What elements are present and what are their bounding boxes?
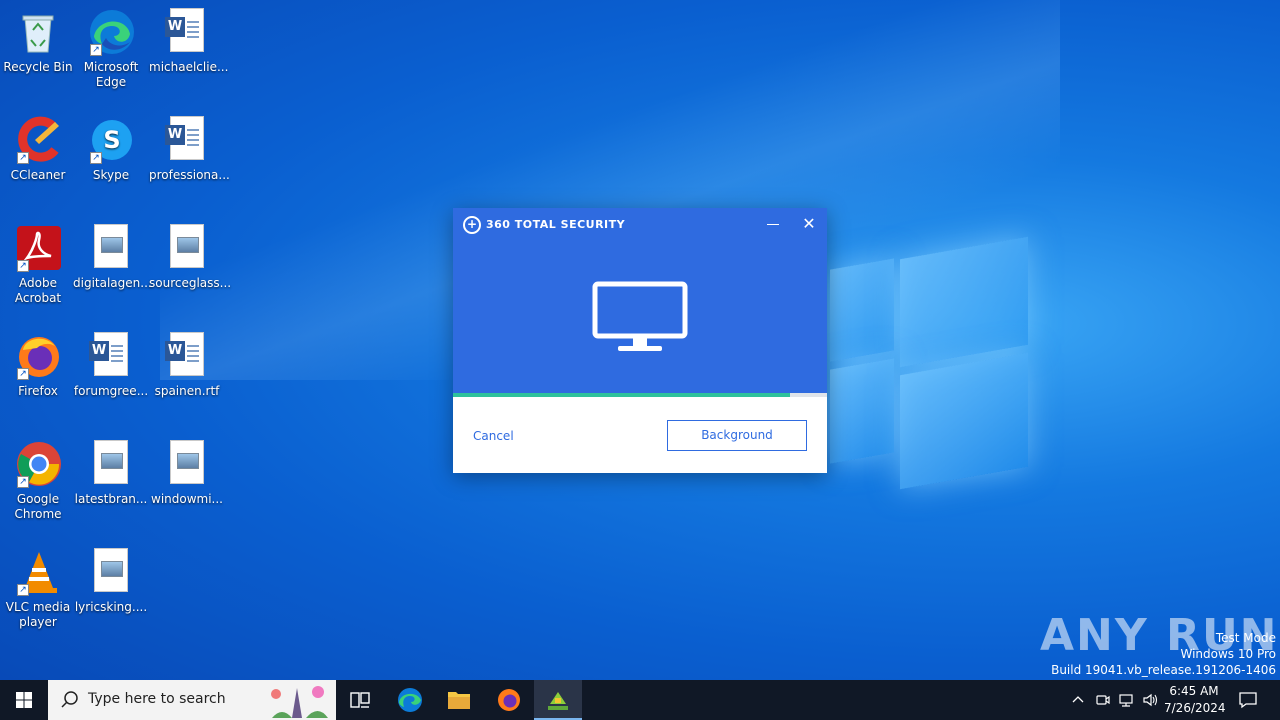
desktop-icon-label: forumgree... <box>73 384 149 398</box>
desktop-icon-sourceglass[interactable]: sourceglass... <box>149 224 231 291</box>
desktop-icon-skype[interactable]: S ↗ Skype <box>73 116 149 183</box>
system-clock[interactable]: 6:45 AM 7/26/2024 <box>1164 683 1226 717</box>
edge-icon: ↗ <box>88 8 134 56</box>
desktop-icon-adobe-acrobat[interactable]: ↗ Adobe Acrobat <box>0 224 76 306</box>
meet-now-icon[interactable] <box>1095 692 1111 708</box>
desktop-icon-label: windowmi... <box>151 492 223 506</box>
desktop-icon-label: sourceglass... <box>149 276 232 290</box>
clock-date: 7/26/2024 <box>1164 701 1226 715</box>
edge-icon <box>398 688 422 712</box>
desktop-icon-michaelclie[interactable]: W michaelclie... <box>149 8 229 75</box>
taskbar-edge[interactable] <box>386 680 434 720</box>
desktop-icon-label: latestbran... <box>74 492 148 506</box>
background-button[interactable]: Background <box>667 420 807 451</box>
clock-time: 6:45 AM <box>1169 684 1219 698</box>
task-view-button[interactable] <box>336 680 384 720</box>
desktop-icon-label: Firefox <box>18 384 58 398</box>
desktop-icon-edge[interactable]: ↗ Microsoft Edge <box>73 8 149 90</box>
desktop-icon-label: spainen.rtf <box>154 384 220 398</box>
taskbar-360-installer[interactable] <box>534 680 582 720</box>
desktop-icon-lyricsking[interactable]: lyricsking.... <box>73 548 149 615</box>
firefox-icon <box>498 689 520 711</box>
word-document-icon: W <box>165 8 204 52</box>
word-document-icon: W <box>165 116 204 160</box>
desktop-icon-firefox[interactable]: ↗ Firefox <box>0 332 76 399</box>
dialog-title: 360 TOTAL SECURITY <box>486 218 626 231</box>
desktop-icon-spainen[interactable]: W spainen.rtf <box>149 332 225 399</box>
search-box[interactable]: Type here to search <box>48 680 336 720</box>
taskbar-file-explorer[interactable] <box>435 680 483 720</box>
desktop-icon-label: Microsoft Edge <box>83 60 139 89</box>
volume-icon[interactable] <box>1142 692 1160 708</box>
desktop-icon-label: digitalagen... <box>73 276 152 290</box>
installer-dialog: + 360 TOTAL SECURITY ✕ Cancel Background <box>453 208 827 473</box>
chevron-up-icon[interactable] <box>1070 692 1086 708</box>
desktop-icon-label: michaelclie... <box>149 60 229 74</box>
dialog-header: + 360 TOTAL SECURITY ✕ <box>453 208 827 393</box>
desktop-icon-label: Recycle Bin <box>3 60 73 74</box>
360-logo-icon: + <box>463 216 481 234</box>
close-button[interactable]: ✕ <box>801 216 817 232</box>
windows-start-icon <box>16 692 32 708</box>
task-view-icon <box>350 692 370 708</box>
recycle-bin-icon <box>15 8 61 56</box>
desktop-icon-forumgree[interactable]: W forumgree... <box>73 332 149 399</box>
search-icon <box>61 691 78 708</box>
monitor-icon <box>592 281 688 351</box>
search-highlight-image <box>262 682 332 718</box>
minimize-button[interactable] <box>765 216 781 232</box>
test-mode-text: Test Mode <box>1215 631 1276 645</box>
desktop-icon-label: lyricsking.... <box>74 600 148 614</box>
chrome-icon: ↗ <box>15 440 61 488</box>
taskbar: Type here to search 6:45 AM 7/26/2024 <box>0 680 1280 720</box>
notifications-icon[interactable] <box>1238 690 1258 710</box>
build-text: Build 19041.vb_release.191206-1406 <box>1051 663 1276 677</box>
adobe-acrobat-icon: ↗ <box>15 224 61 272</box>
taskbar-firefox[interactable] <box>485 680 533 720</box>
desktop-icon-label: CCleaner <box>10 168 66 182</box>
firefox-icon: ↗ <box>15 332 61 380</box>
desktop-icon-digitalagen[interactable]: digitalagen... <box>73 224 152 291</box>
desktop-icon-ccleaner[interactable]: ↗ CCleaner <box>0 116 76 183</box>
edition-text: Windows 10 Pro <box>1180 647 1276 661</box>
desktop-icon-label: Adobe Acrobat <box>14 276 62 305</box>
desktop-icon-recycle-bin[interactable]: Recycle Bin <box>0 8 76 75</box>
windows-logo-wallpaper <box>820 236 1030 490</box>
skype-icon: S ↗ <box>88 116 134 164</box>
desktop-icon-vlc[interactable]: ↗ VLC media player <box>0 548 76 630</box>
progress-bar <box>453 393 827 397</box>
desktop-icon-latestbran[interactable]: latestbran... <box>73 440 149 507</box>
os-watermark: Test Mode Windows 10 Pro Build 19041.vb_… <box>1051 630 1276 678</box>
word-document-icon: W <box>89 332 128 376</box>
progress-fill <box>453 393 790 397</box>
start-button[interactable] <box>0 680 48 720</box>
desktop-icon-label: professiona... <box>149 168 230 182</box>
desktop-icon-label: VLC media player <box>5 600 71 629</box>
svg-text:S: S <box>103 126 120 154</box>
image-file-icon <box>170 440 204 484</box>
image-file-icon <box>170 224 204 268</box>
desktop-icon-label: Google Chrome <box>14 492 62 521</box>
search-placeholder: Type here to search <box>88 691 226 707</box>
desktop-icon-label: Skype <box>92 168 130 182</box>
ccleaner-icon: ↗ <box>15 116 61 164</box>
desktop-icon-google-chrome[interactable]: ↗ Google Chrome <box>0 440 76 522</box>
image-file-icon <box>94 224 128 268</box>
desktop-icon-windowmi[interactable]: windowmi... <box>149 440 225 507</box>
word-document-icon: W <box>165 332 204 376</box>
desktop-icon-professiona[interactable]: W professiona... <box>149 116 230 183</box>
image-file-icon <box>94 548 128 592</box>
image-file-icon <box>94 440 128 484</box>
vlc-icon: ↗ <box>15 548 61 596</box>
network-icon[interactable] <box>1118 692 1136 708</box>
installer-icon <box>548 692 568 710</box>
cancel-link[interactable]: Cancel <box>473 429 514 443</box>
folder-icon <box>448 692 470 709</box>
